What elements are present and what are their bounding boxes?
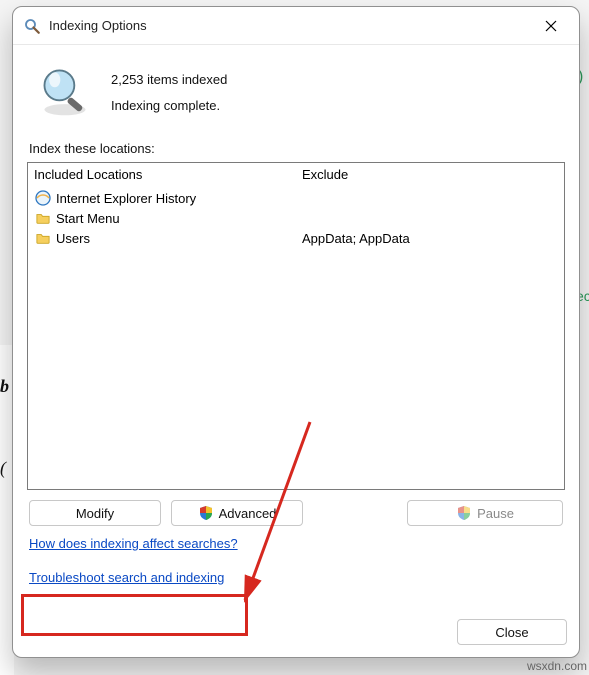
list-item[interactable]: Internet Explorer History — [34, 188, 290, 208]
shield-icon — [198, 505, 214, 521]
dialog-title: Indexing Options — [49, 18, 529, 33]
magnifier-icon — [37, 63, 93, 119]
pause-button: Pause — [407, 500, 563, 526]
ie-icon — [34, 190, 52, 206]
folder-icon — [34, 210, 52, 226]
list-item[interactable]: Start Menu — [34, 208, 290, 228]
button-row: Modify Advanced Pause — [29, 500, 563, 526]
status-text: 2,253 items indexed Indexing complete. — [111, 63, 227, 119]
list-item-label: Start Menu — [56, 211, 120, 226]
exclude-cell: AppData; AppData — [302, 228, 558, 248]
locations-listbox[interactable]: Included Locations Internet Explorer His… — [27, 162, 565, 490]
how-indexing-link[interactable]: How does indexing affect searches? — [29, 536, 563, 551]
list-item-label: Internet Explorer History — [56, 191, 196, 206]
close-button[interactable]: Close — [457, 619, 567, 645]
dialog-body: 2,253 items indexed Indexing complete. I… — [13, 45, 579, 619]
folder-icon — [34, 230, 52, 246]
background-text: b — [0, 376, 9, 397]
button-label: Pause — [477, 506, 514, 521]
background-text: ( — [0, 458, 6, 479]
button-label: Advanced — [219, 506, 277, 521]
included-column: Included Locations Internet Explorer His… — [28, 163, 296, 489]
status-area: 2,253 items indexed Indexing complete. — [27, 57, 565, 137]
close-button-x[interactable] — [529, 11, 573, 41]
items-indexed-label: 2,253 items indexed — [111, 67, 227, 93]
exclude-cell — [302, 208, 558, 228]
exclude-cell — [302, 188, 558, 208]
troubleshoot-link[interactable]: Troubleshoot search and indexing — [29, 570, 563, 585]
button-label: Close — [495, 625, 528, 640]
dialog-footer: Close — [13, 619, 579, 657]
indexing-options-dialog: Indexing Options 2,253 items indexed Ind… — [12, 6, 580, 658]
button-label: Modify — [76, 506, 114, 521]
included-header: Included Locations — [34, 167, 290, 182]
modify-button[interactable]: Modify — [29, 500, 161, 526]
indexing-complete-label: Indexing complete. — [111, 93, 227, 119]
watermark: wsxdn.com — [527, 659, 587, 673]
list-item[interactable]: Users — [34, 228, 290, 248]
shield-icon — [456, 505, 472, 521]
advanced-button[interactable]: Advanced — [171, 500, 303, 526]
list-item-label: Users — [56, 231, 90, 246]
titlebar: Indexing Options — [13, 7, 579, 45]
locations-label: Index these locations: — [29, 141, 563, 156]
indexing-icon — [23, 17, 41, 35]
exclude-column: Exclude AppData; AppData — [296, 163, 564, 489]
exclude-header: Exclude — [302, 167, 558, 182]
